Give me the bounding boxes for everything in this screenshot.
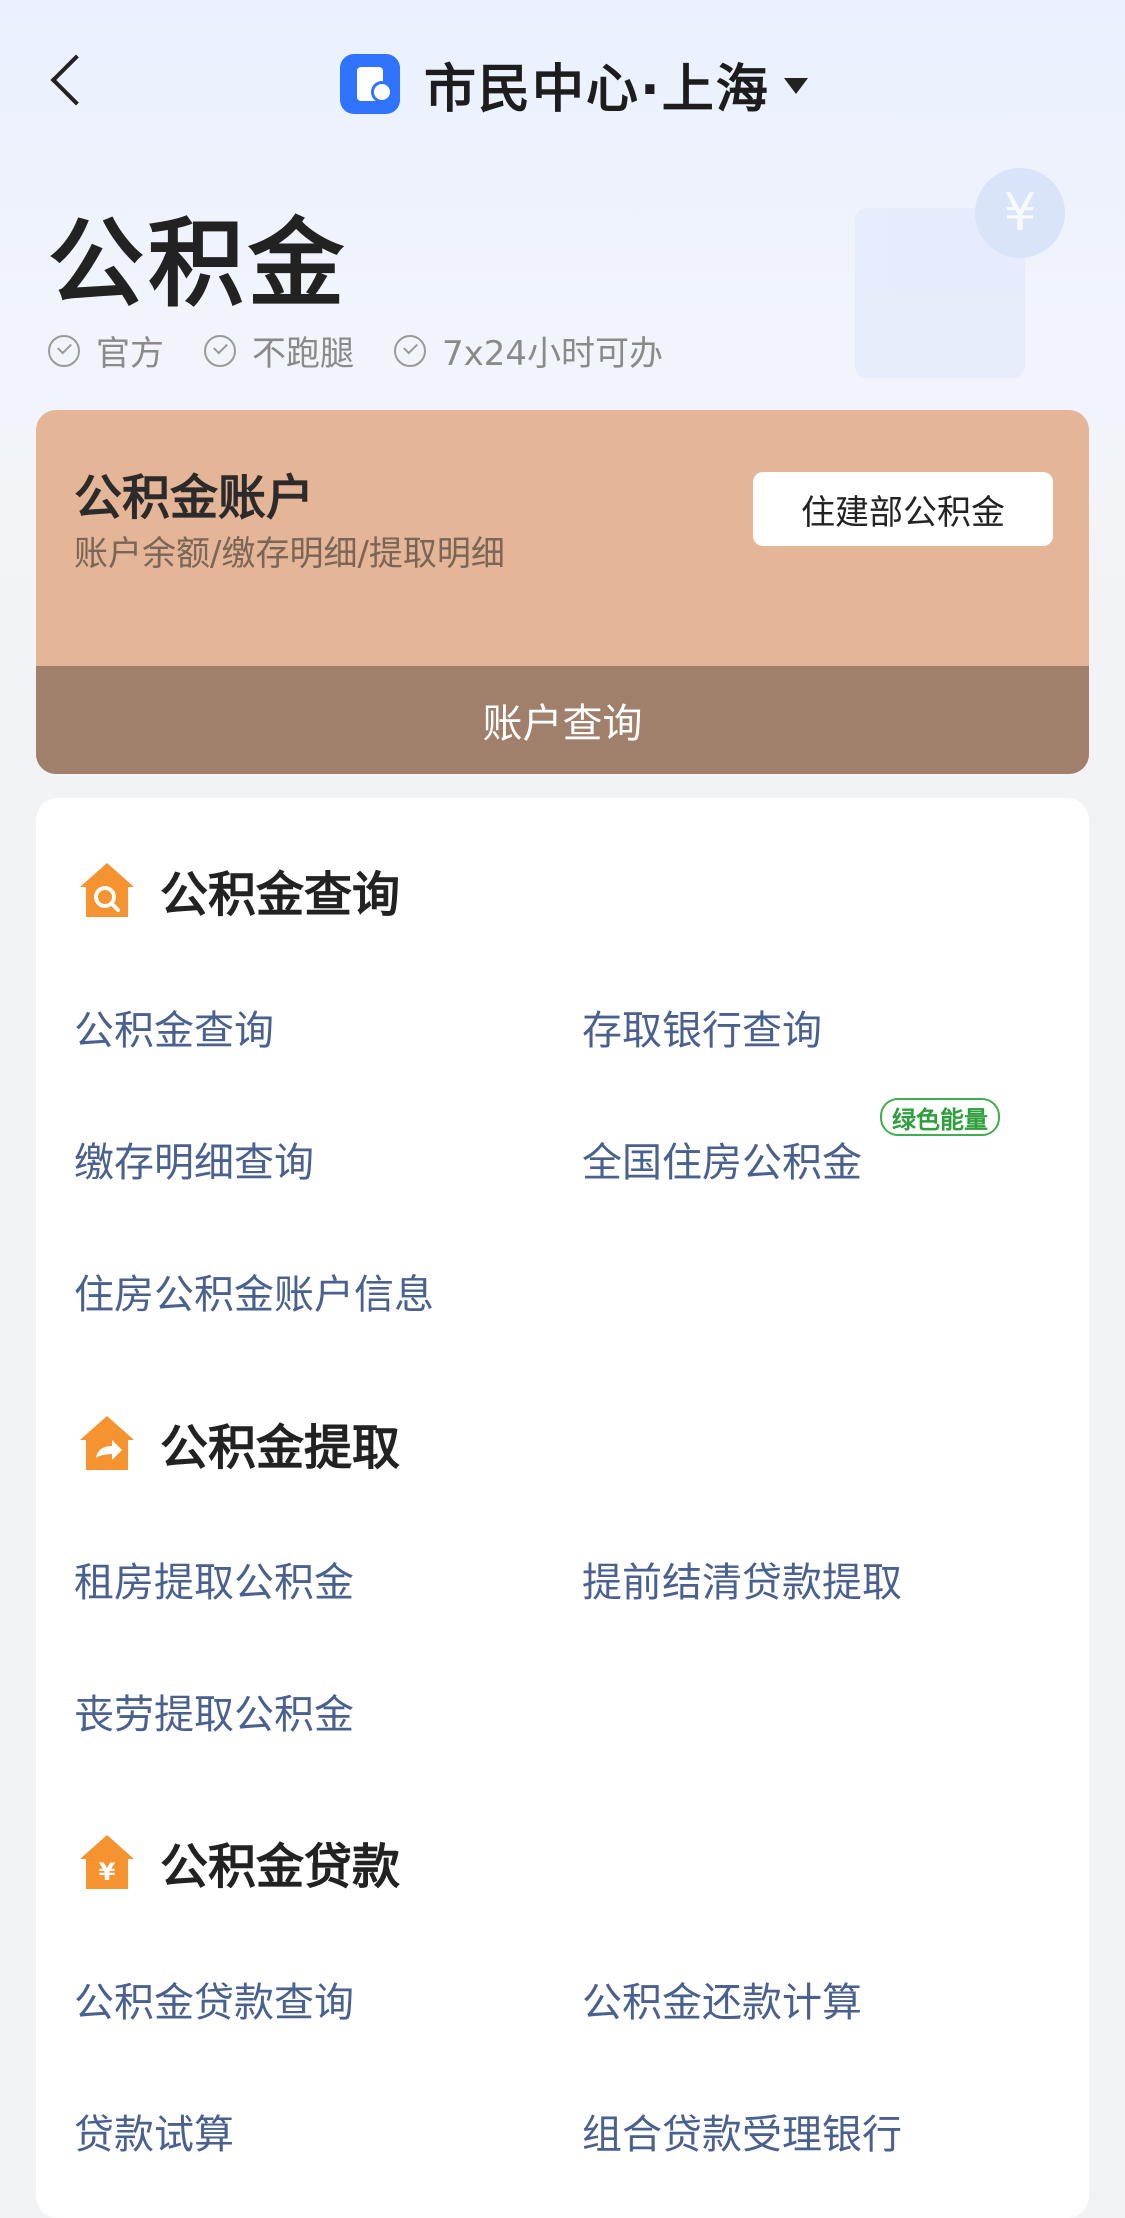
- house-search-icon: [80, 863, 134, 917]
- link-account-info[interactable]: 住房公积金账户信息: [74, 1262, 434, 1320]
- house-share-icon: [80, 1416, 134, 1470]
- svg-text:¥: ¥: [99, 1858, 116, 1886]
- citizen-center-icon: [340, 54, 400, 114]
- link-loan-payoff-withdraw[interactable]: 提前结清贷款提取: [582, 1550, 902, 1608]
- section-fund-loan: ¥ 公积金贷款: [76, 1827, 400, 1897]
- page-title: 公积金: [48, 208, 348, 320]
- caret-down-icon: [783, 78, 808, 94]
- account-card[interactable]: 公积金账户 账户余额/缴存明细/提取明细 住建部公积金 账户查询: [36, 410, 1089, 774]
- check-circle-icon: [394, 334, 426, 367]
- link-deposit-detail[interactable]: 缴存明细查询: [74, 1130, 314, 1188]
- badge-official: 官方: [48, 326, 164, 375]
- badge-no-trip: 不跑腿: [204, 326, 354, 375]
- link-combo-loan-banks[interactable]: 组合贷款受理银行: [582, 2102, 902, 2160]
- link-fund-query[interactable]: 公积金查询: [74, 998, 274, 1056]
- account-title: 公积金账户: [74, 470, 315, 526]
- link-rent-withdraw[interactable]: 租房提取公积金: [74, 1550, 354, 1608]
- link-loan-query[interactable]: 公积金贷款查询: [74, 1970, 354, 2028]
- badge-24h: 7x24小时可办: [394, 326, 663, 375]
- house-yen-icon: ¥: [80, 1835, 134, 1889]
- section-fund-query: 公积金查询: [76, 855, 400, 925]
- link-loan-trial[interactable]: 贷款试算: [74, 2102, 234, 2160]
- check-circle-icon: [204, 334, 236, 367]
- city-selector[interactable]: 市民中心·上海: [340, 52, 808, 120]
- section-fund-withdraw: 公积金提取: [76, 1408, 400, 1478]
- link-bank-query[interactable]: 存取银行查询: [582, 998, 822, 1056]
- green-energy-badge: 绿色能量: [880, 1098, 1000, 1136]
- service-badges: 官方 不跑腿 7x24小时可办: [48, 326, 703, 375]
- link-national-fund[interactable]: 全国住房公积金: [582, 1130, 862, 1188]
- link-labor-withdraw[interactable]: 丧劳提取公积金: [74, 1682, 354, 1740]
- house-coin-illustration: ¥: [855, 168, 1065, 378]
- account-subtitle: 账户余额/缴存明细/提取明细: [74, 534, 505, 574]
- link-repayment-calc[interactable]: 公积金还款计算: [582, 1970, 862, 2028]
- check-circle-icon: [48, 334, 80, 367]
- account-query-button[interactable]: 账户查询: [36, 666, 1089, 774]
- back-button[interactable]: [48, 52, 88, 112]
- mohurd-fund-button[interactable]: 住建部公积金: [753, 472, 1053, 546]
- app-title: 市民中心·上海: [424, 59, 770, 120]
